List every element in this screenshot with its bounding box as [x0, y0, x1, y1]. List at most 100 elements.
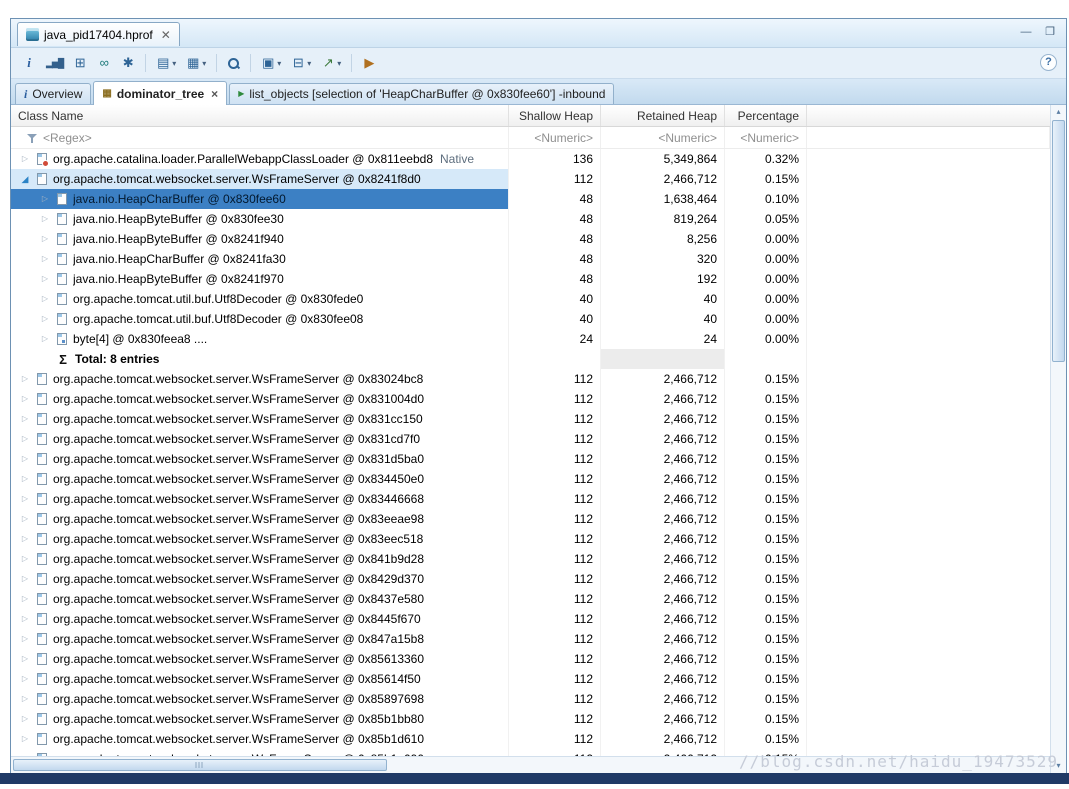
column-header-class-name[interactable]: Class Name [11, 105, 509, 126]
compare-button[interactable]: ▣▾ [257, 53, 285, 73]
calculate-retained-size-button[interactable]: ⊟▾ [287, 53, 315, 73]
table-row[interactable]: ▷org.apache.tomcat.websocket.server.WsFr… [11, 389, 1050, 409]
oql-button[interactable]: ∞ [93, 53, 115, 73]
chevron-collapsed-icon[interactable]: ▷ [17, 609, 33, 629]
table-row[interactable]: ▷java.nio.HeapCharBuffer @ 0x830fee60481… [11, 189, 1050, 209]
chevron-collapsed-icon[interactable]: ▷ [17, 409, 33, 429]
horizontal-scrollbar[interactable] [11, 756, 1050, 773]
table-row[interactable]: ▷org.apache.tomcat.websocket.server.WsFr… [11, 549, 1050, 569]
table-row[interactable]: ▷java.nio.HeapByteBuffer @ 0x8241f970481… [11, 269, 1050, 289]
help-button[interactable]: ? [1040, 54, 1057, 71]
table-row[interactable]: ▷org.apache.tomcat.websocket.server.WsFr… [11, 529, 1050, 549]
chevron-collapsed-icon[interactable]: ▷ [17, 429, 33, 449]
class-name-filter[interactable]: <Regex> [11, 127, 509, 148]
scroll-up-arrow-icon[interactable]: ▴ [1051, 105, 1066, 119]
dropdown-arrow-icon[interactable]: ▾ [307, 59, 311, 68]
table-row[interactable]: ΣTotal: 8 entries [11, 349, 1050, 369]
table-row[interactable]: ▷org.apache.tomcat.websocket.server.WsFr… [11, 409, 1050, 429]
horizontal-scrollbar-thumb[interactable] [13, 759, 387, 771]
chevron-collapsed-icon[interactable]: ▷ [37, 229, 53, 249]
table-row[interactable]: ▷org.apache.tomcat.websocket.server.WsFr… [11, 609, 1050, 629]
tab-dominator-tree[interactable]: ▦dominator_tree× [93, 81, 227, 105]
chevron-collapsed-icon[interactable]: ▷ [37, 249, 53, 269]
shallow-heap-filter[interactable]: <Numeric> [509, 127, 601, 148]
retained-heap-filter[interactable]: <Numeric> [601, 127, 725, 148]
table-row[interactable]: ▷org.apache.tomcat.websocket.server.WsFr… [11, 429, 1050, 449]
table-row[interactable]: ▷org.apache.tomcat.websocket.server.WsFr… [11, 569, 1050, 589]
chevron-collapsed-icon[interactable]: ▷ [17, 469, 33, 489]
table-row[interactable]: ▷org.apache.tomcat.websocket.server.WsFr… [11, 509, 1050, 529]
table-row[interactable]: ▷org.apache.tomcat.websocket.server.WsFr… [11, 629, 1050, 649]
table-row[interactable]: ▷java.nio.HeapCharBuffer @ 0x8241fa30483… [11, 249, 1050, 269]
chevron-collapsed-icon[interactable]: ▷ [17, 529, 33, 549]
table-row[interactable]: ▷org.apache.tomcat.websocket.server.WsFr… [11, 669, 1050, 689]
histogram-button[interactable]: ▂▅█ [42, 53, 67, 73]
chevron-collapsed-icon[interactable]: ▷ [17, 569, 33, 589]
table-row[interactable]: ▷org.apache.tomcat.websocket.server.WsFr… [11, 449, 1050, 469]
dropdown-arrow-icon[interactable]: ▾ [337, 59, 341, 68]
tab-list-objects[interactable]: ▶list_objects [selection of 'HeapCharBuf… [229, 83, 614, 104]
table-row[interactable]: ▷org.apache.tomcat.websocket.server.WsFr… [11, 469, 1050, 489]
close-icon[interactable]: ✕ [161, 29, 171, 41]
tab-overview[interactable]: iOverview [15, 83, 91, 104]
percentage-filter[interactable]: <Numeric> [725, 127, 807, 148]
chevron-collapsed-icon[interactable]: ▷ [17, 749, 33, 756]
column-header-shallow-heap[interactable]: Shallow Heap [509, 105, 601, 126]
chevron-collapsed-icon[interactable]: ▷ [17, 669, 33, 689]
maximize-button[interactable]: ❐ [1042, 24, 1058, 40]
table-row[interactable]: ▷org.apache.tomcat.websocket.server.WsFr… [11, 689, 1050, 709]
chevron-collapsed-icon[interactable]: ▷ [17, 629, 33, 649]
run-report-button[interactable]: ▶ [358, 53, 380, 73]
export-button[interactable]: ↗▾ [317, 53, 345, 73]
table-row[interactable]: ▷org.apache.tomcat.websocket.server.WsFr… [11, 369, 1050, 389]
leak-suspects-button[interactable]: ✱ [117, 53, 139, 73]
vertical-scrollbar[interactable]: ▴ ▾ [1050, 105, 1066, 773]
search-button[interactable] [223, 55, 244, 72]
table-row[interactable]: ▷org.apache.tomcat.websocket.server.WsFr… [11, 649, 1050, 669]
chevron-collapsed-icon[interactable]: ▷ [17, 549, 33, 569]
dropdown-arrow-icon[interactable]: ▾ [202, 59, 206, 68]
table-row[interactable]: ▷org.apache.tomcat.websocket.server.WsFr… [11, 729, 1050, 749]
table-row[interactable]: ▷org.apache.tomcat.websocket.server.WsFr… [11, 589, 1050, 609]
chevron-collapsed-icon[interactable]: ▷ [37, 209, 53, 229]
info-button[interactable]: i [18, 53, 40, 73]
table-row[interactable]: ▷org.apache.catalina.loader.ParallelWeba… [11, 149, 1050, 169]
chevron-collapsed-icon[interactable]: ▷ [17, 369, 33, 389]
chevron-collapsed-icon[interactable]: ▷ [37, 289, 53, 309]
chevron-collapsed-icon[interactable]: ▷ [17, 589, 33, 609]
chevron-collapsed-icon[interactable]: ▷ [17, 649, 33, 669]
table-row[interactable]: ▷org.apache.tomcat.websocket.server.WsFr… [11, 749, 1050, 756]
chevron-collapsed-icon[interactable]: ▷ [17, 729, 33, 749]
chevron-collapsed-icon[interactable]: ▷ [37, 329, 53, 349]
column-header-percentage[interactable]: Percentage [725, 105, 807, 126]
dropdown-arrow-icon[interactable]: ▾ [277, 59, 281, 68]
editor-tab[interactable]: java_pid17404.hprof ✕ [17, 22, 180, 46]
scroll-down-arrow-icon[interactable]: ▾ [1051, 759, 1066, 773]
close-icon[interactable]: × [211, 87, 218, 101]
group-by-button[interactable]: ▦▾ [182, 53, 210, 73]
query-browser-button[interactable]: ▤▾ [152, 53, 180, 73]
chevron-expanded-icon[interactable]: ◢ [17, 169, 33, 189]
chevron-collapsed-icon[interactable]: ▷ [17, 689, 33, 709]
chevron-collapsed-icon[interactable]: ▷ [17, 149, 33, 169]
chevron-collapsed-icon[interactable]: ▷ [37, 309, 53, 329]
table-row[interactable]: ▷org.apache.tomcat.websocket.server.WsFr… [11, 709, 1050, 729]
table-row[interactable]: ▷org.apache.tomcat.websocket.server.WsFr… [11, 489, 1050, 509]
column-header-retained-heap[interactable]: Retained Heap [601, 105, 725, 126]
chevron-collapsed-icon[interactable]: ▷ [17, 489, 33, 509]
table-row[interactable]: ▷java.nio.HeapByteBuffer @ 0x830fee30488… [11, 209, 1050, 229]
table-row[interactable]: ▷byte[4] @ 0x830feea8 ....24240.00% [11, 329, 1050, 349]
chevron-collapsed-icon[interactable]: ▷ [17, 509, 33, 529]
dropdown-arrow-icon[interactable]: ▾ [172, 59, 176, 68]
table-row[interactable]: ▷org.apache.tomcat.util.buf.Utf8Decoder … [11, 289, 1050, 309]
table-row[interactable]: ▷java.nio.HeapByteBuffer @ 0x8241f940488… [11, 229, 1050, 249]
chevron-collapsed-icon[interactable]: ▷ [17, 709, 33, 729]
table-row[interactable]: ▷org.apache.tomcat.util.buf.Utf8Decoder … [11, 309, 1050, 329]
vertical-scrollbar-thumb[interactable] [1052, 120, 1065, 362]
chevron-collapsed-icon[interactable]: ▷ [37, 269, 53, 289]
table-row[interactable]: ◢org.apache.tomcat.websocket.server.WsFr… [11, 169, 1050, 189]
dominator-tree-button[interactable]: ⊞ [69, 53, 91, 73]
chevron-collapsed-icon[interactable]: ▷ [17, 449, 33, 469]
chevron-collapsed-icon[interactable]: ▷ [37, 189, 53, 209]
minimize-button[interactable]: — [1018, 24, 1034, 40]
